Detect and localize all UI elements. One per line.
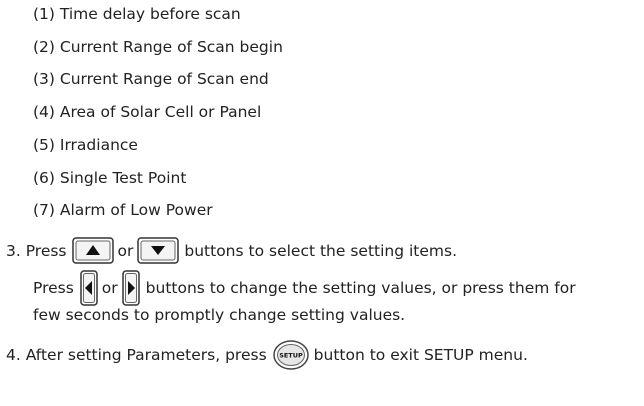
step4-prefix: 4. After setting Parameters, press: [6, 346, 267, 364]
step3-press: 3. Press: [6, 241, 67, 260]
list-item: (2) Current Range of Scan begin: [33, 38, 283, 56]
step3-line1: 3. Press or buttons to select the settin…: [6, 237, 457, 264]
setup-key-label: SETUP: [279, 352, 303, 360]
step3-line3: few seconds to promptly change setting v…: [33, 306, 406, 324]
left-arrow-key-icon: [80, 270, 98, 306]
list-item: (3) Current Range of Scan end: [33, 70, 269, 88]
step3-or1: or: [117, 241, 134, 260]
up-arrow-key-icon: [71, 237, 114, 264]
down-arrow-key-icon: [137, 237, 180, 264]
step3-tail2: buttons to change the setting values, or…: [145, 279, 576, 297]
list-item: (5) Irradiance: [33, 136, 138, 154]
right-arrow-key-icon: [121, 270, 140, 306]
step4-suffix: button to exit SETUP menu.: [313, 346, 528, 364]
step3-tail1: buttons to select the setting items.: [184, 241, 458, 260]
step3-line2: Press or buttons to change the setting v…: [33, 270, 576, 306]
step4-line: 4. After setting Parameters, press SETUP…: [6, 340, 528, 370]
setup-key-icon: SETUP: [272, 340, 309, 370]
list-item: (7) Alarm of Low Power: [33, 201, 213, 219]
step3-press2: Press: [33, 279, 74, 297]
list-item: (1) Time delay before scan: [33, 5, 241, 23]
list-item: (4) Area of Solar Cell or Panel: [33, 103, 262, 121]
step3-or2: or: [101, 279, 118, 297]
list-item: (6) Single Test Point: [33, 169, 187, 187]
